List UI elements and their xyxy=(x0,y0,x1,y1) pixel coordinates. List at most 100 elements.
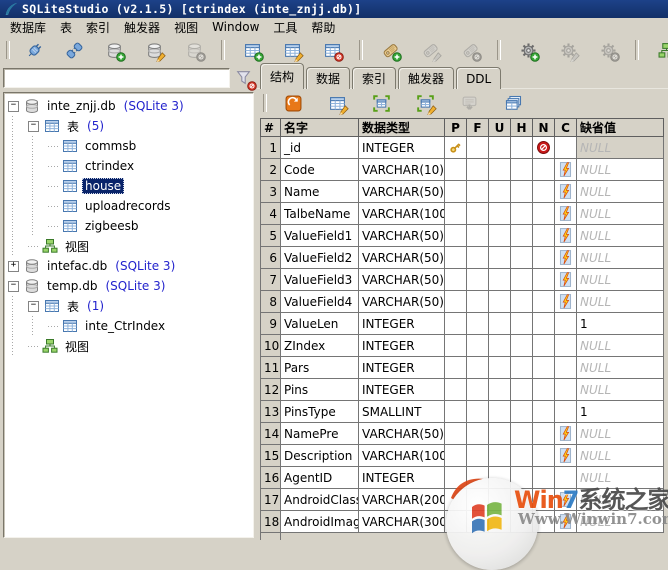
column-type-cell[interactable]: INTEGER xyxy=(359,137,445,159)
row-number-cell[interactable]: 9 xyxy=(261,313,281,335)
flag-c-cell[interactable] xyxy=(555,357,577,379)
flag-u-cell[interactable] xyxy=(489,247,511,269)
flag-u-cell[interactable] xyxy=(489,423,511,445)
flag-h-cell[interactable] xyxy=(511,489,533,511)
remove-table-button[interactable] xyxy=(321,38,343,62)
menu-item-view[interactable]: 视图 xyxy=(167,18,205,37)
column-type-cell[interactable]: VARCHAR(50) xyxy=(359,225,445,247)
flag-n-cell[interactable] xyxy=(533,357,555,379)
flag-u-cell[interactable] xyxy=(489,203,511,225)
flag-h-cell[interactable] xyxy=(511,225,533,247)
tab-ddl[interactable]: DDL xyxy=(456,67,501,89)
flag-f-cell[interactable] xyxy=(467,445,489,467)
tree-item-table-uploadrecords[interactable]: uploadrecords xyxy=(4,196,253,216)
column-name-cell[interactable]: _id xyxy=(281,137,359,159)
default-value-cell[interactable]: NULL xyxy=(577,335,664,357)
flag-n-cell[interactable] xyxy=(533,445,555,467)
default-value-cell[interactable]: 1 xyxy=(577,313,664,335)
row-number-cell[interactable]: 12 xyxy=(261,379,281,401)
flag-f-cell[interactable] xyxy=(467,159,489,181)
flag-n-cell[interactable] xyxy=(533,225,555,247)
flag-n-cell[interactable] xyxy=(533,467,555,489)
default-value-cell[interactable]: NULL xyxy=(577,159,664,181)
flag-n-cell[interactable] xyxy=(533,401,555,423)
flag-u-cell[interactable] xyxy=(489,335,511,357)
flag-p-cell[interactable] xyxy=(445,511,467,533)
flag-p-cell[interactable] xyxy=(445,445,467,467)
flag-c-cell[interactable] xyxy=(555,181,577,203)
tree-expander-icon[interactable]: − xyxy=(28,121,39,132)
column-name-cell[interactable]: ValueField4 xyxy=(281,291,359,313)
column-type-cell[interactable]: VARCHAR(100) xyxy=(359,445,445,467)
flag-u-cell[interactable] xyxy=(489,159,511,181)
edit-column-button[interactable] xyxy=(414,91,436,115)
toolbar-grip[interactable] xyxy=(263,94,267,112)
column-type-cell[interactable]: VARCHAR(300) xyxy=(359,511,445,533)
tree-filter-input[interactable] xyxy=(3,68,230,88)
add-index-button[interactable] xyxy=(379,38,401,62)
flag-c-cell[interactable] xyxy=(555,137,577,159)
tree-item-table-zigbeesb[interactable]: zigbeesb xyxy=(4,216,253,236)
flag-n-cell[interactable] xyxy=(533,335,555,357)
flag-f-cell[interactable] xyxy=(467,379,489,401)
flag-c-cell[interactable] xyxy=(555,247,577,269)
menu-item-window[interactable]: Window xyxy=(205,19,266,35)
refresh-structure-button[interactable] xyxy=(282,91,304,115)
flag-f-cell[interactable] xyxy=(467,511,489,533)
row-number-cell[interactable]: 18 xyxy=(261,511,281,533)
column-type-cell[interactable]: VARCHAR(10) xyxy=(359,159,445,181)
tree-item-table-commsb[interactable]: commsb xyxy=(4,136,253,156)
flag-f-cell[interactable] xyxy=(467,181,489,203)
default-value-cell[interactable]: NULL xyxy=(577,489,664,511)
flag-h-cell[interactable] xyxy=(511,181,533,203)
column-name-cell[interactable]: ValueField1 xyxy=(281,225,359,247)
flag-u-cell[interactable] xyxy=(489,379,511,401)
flag-h-cell[interactable] xyxy=(511,467,533,489)
flag-c-cell[interactable] xyxy=(555,159,577,181)
tree-item-temp-db[interactable]: −temp.db(SQLite 3) xyxy=(4,276,253,296)
filter-icon[interactable] xyxy=(235,69,254,88)
flag-p-cell[interactable] xyxy=(445,181,467,203)
flag-n-cell[interactable] xyxy=(533,159,555,181)
disconnect-database-button[interactable] xyxy=(63,38,85,62)
menu-item-index[interactable]: 索引 xyxy=(79,18,117,37)
column-type-cell[interactable]: VARCHAR(50) xyxy=(359,423,445,445)
flag-c-cell[interactable] xyxy=(555,445,577,467)
tree-item-intefac-db[interactable]: +intefac.db(SQLite 3) xyxy=(4,256,253,276)
flag-p-cell[interactable] xyxy=(445,467,467,489)
tree-item-table-ctrindex[interactable]: ctrindex xyxy=(4,156,253,176)
flag-u-cell[interactable] xyxy=(489,511,511,533)
toolbar-grip[interactable] xyxy=(6,41,10,59)
flag-f-cell[interactable] xyxy=(467,247,489,269)
row-number-cell[interactable]: 13 xyxy=(261,401,281,423)
flag-h-cell[interactable] xyxy=(511,203,533,225)
flag-c-cell[interactable] xyxy=(555,203,577,225)
edit-database-button[interactable] xyxy=(143,38,165,62)
tab-triggers[interactable]: 触发器 xyxy=(398,67,454,89)
add-view-button[interactable] xyxy=(655,38,668,62)
flag-p-cell[interactable] xyxy=(445,401,467,423)
column-name-cell[interactable]: Code xyxy=(281,159,359,181)
flag-p-cell[interactable] xyxy=(445,291,467,313)
flag-p-cell[interactable] xyxy=(445,137,467,159)
tab-indexes[interactable]: 索引 xyxy=(352,67,396,89)
flag-n-cell[interactable] xyxy=(533,269,555,291)
flag-c-cell[interactable] xyxy=(555,423,577,445)
flag-p-cell[interactable] xyxy=(445,489,467,511)
row-number-cell[interactable]: 5 xyxy=(261,225,281,247)
column-name-cell[interactable]: AgentID xyxy=(281,467,359,489)
row-number-cell[interactable]: 1 xyxy=(261,137,281,159)
flag-p-cell[interactable] xyxy=(445,203,467,225)
flag-u-cell[interactable] xyxy=(489,137,511,159)
flag-u-cell[interactable] xyxy=(489,181,511,203)
flag-c-cell[interactable] xyxy=(555,379,577,401)
row-number-cell[interactable]: 7 xyxy=(261,269,281,291)
tree-item-table-house[interactable]: house xyxy=(4,176,253,196)
tree-item-inte-znjj-views[interactable]: 视图 xyxy=(4,236,253,256)
default-value-cell[interactable]: NULL xyxy=(577,511,664,533)
row-number-cell[interactable]: 10 xyxy=(261,335,281,357)
flag-f-cell[interactable] xyxy=(467,357,489,379)
column-type-cell[interactable]: INTEGER xyxy=(359,467,445,489)
flag-h-cell[interactable] xyxy=(511,269,533,291)
row-number-cell[interactable]: 3 xyxy=(261,181,281,203)
